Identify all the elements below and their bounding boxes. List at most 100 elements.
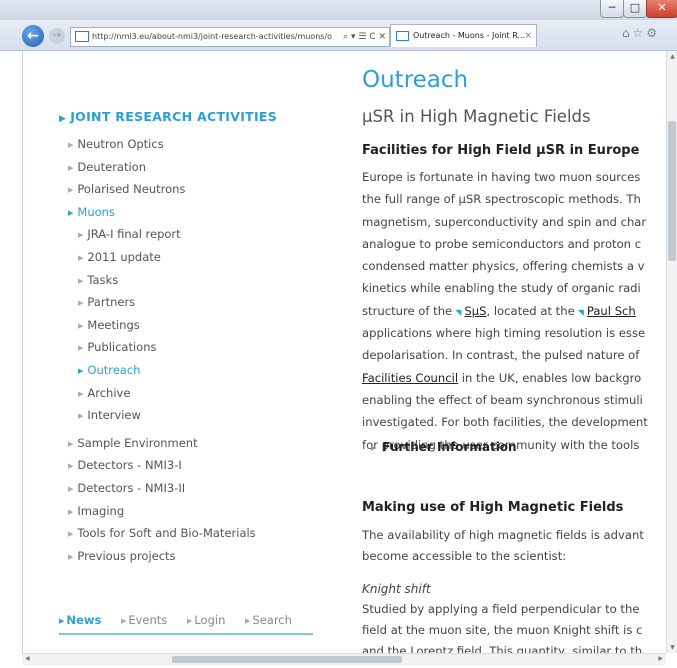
text-line: become accessible to the scientist:: [362, 549, 567, 563]
vertical-scrollbar[interactable]: ▲ ▼: [666, 51, 677, 653]
arrow-right-icon: ▶: [68, 208, 74, 217]
tab-favicon-icon: [396, 30, 409, 41]
sidebar-item-tasks[interactable]: ▶ Tasks: [68, 273, 256, 296]
horizontal-scrollbar[interactable]: ◀ ▶: [22, 653, 666, 665]
back-button[interactable]: ←: [22, 25, 44, 47]
arrow-right-icon: ▶: [68, 507, 74, 516]
arrow-right-icon: ▶: [68, 141, 74, 149]
sidebar-item-polarised-neutrons[interactable]: ▶ Polarised Neutrons: [68, 182, 256, 205]
forward-button[interactable]: →: [49, 28, 65, 44]
arrow-right-icon: ▶: [68, 163, 74, 172]
sidebar-item-tools-soft-bio[interactable]: ▶ Tools for Soft and Bio-Materials: [68, 526, 256, 549]
address-url: http://nmi3.eu/about-nmi3/joint-research…: [92, 32, 333, 41]
sidebar-section-title[interactable]: ▶ JOINT RESEARCH ACTIVITIES: [59, 109, 277, 124]
paragraph-high-fields: The availability of high magnetic fields…: [362, 527, 644, 569]
text-line: the full range of µSR spectroscopic meth…: [362, 192, 641, 207]
address-bar[interactable]: http://nmi3.eu/about-nmi3/joint-research…: [70, 27, 390, 47]
text-line: and the Lorentz field. This quantity, si…: [362, 644, 643, 653]
arrow-right-icon: ▶: [78, 366, 84, 375]
sidebar-item-detectors-nmi3-ii[interactable]: ▶ Detectors - NMI3-II: [68, 481, 256, 504]
main-content: Outreach µSR in High Magnetic Fields Fac…: [361, 51, 667, 653]
sidebar-item-muons[interactable]: ▶ Muons: [68, 205, 256, 228]
footer-divider: [59, 633, 313, 635]
page-title: Outreach: [362, 67, 469, 93]
arrow-right-icon: ▶: [68, 530, 74, 539]
arrow-right-icon: ▶: [78, 321, 84, 330]
paragraph-knight-shift: Studied by applying a field perpendicula…: [362, 601, 642, 653]
text-line: Studied by applying a field perpendicula…: [362, 602, 640, 616]
page-subtitle: µSR in High Magnetic Fields: [362, 107, 591, 126]
arrow-right-icon: ▶: [78, 389, 84, 398]
vertical-scroll-thumb[interactable]: [668, 121, 676, 261]
text-line: The availability of high magnetic fields…: [362, 528, 644, 542]
arrow-right-icon: ▶: [68, 439, 74, 448]
sidebar-item-outreach[interactable]: ▶ Outreach: [68, 363, 256, 386]
text-line: applications where high timing resolutio…: [362, 326, 646, 341]
section-heading-high-fields: Making use of High Magnetic Fields: [362, 500, 624, 515]
web-page: ▶ JOINT RESEARCH ACTIVITIES ▶ Neutron Opti…: [22, 51, 667, 653]
further-information-toggle[interactable]: ▶ Further Information: [371, 440, 517, 454]
arrow-right-icon: ▶: [78, 253, 84, 262]
text-line: Europe is fortunate in having two muon s…: [362, 170, 641, 184]
external-link-icon: ◥: [577, 307, 584, 317]
sidebar-item-interview[interactable]: ▶ Interview: [68, 408, 256, 431]
minimize-button[interactable]: ─: [600, 0, 624, 18]
sidebar-item-detectors-nmi3-i[interactable]: ▶ Detectors - NMI3-I: [68, 458, 256, 481]
text-line: enabling the effect of beam synchronous …: [362, 392, 643, 407]
arrow-right-icon: ▶: [59, 617, 65, 625]
sidebar-item-neutron-optics[interactable]: ▶ Neutron Optics: [68, 137, 256, 160]
arrow-right-icon: ▶: [371, 444, 377, 452]
paragraph-facilities: Europe is fortunate in having two muon s…: [362, 169, 667, 459]
arrow-right-icon: ▶: [68, 462, 74, 471]
arrow-right-icon: ▶: [68, 552, 74, 561]
scroll-right-icon[interactable]: ▶: [658, 655, 663, 662]
home-favorites-settings-icons[interactable]: ⌂☆⚙: [622, 26, 660, 40]
text-line: depolarisation. In contrast, the pulsed …: [362, 348, 640, 363]
sidebar-item-sample-environment[interactable]: ▶ Sample Environment: [68, 436, 256, 459]
sidebar-item-deuteration[interactable]: ▶ Deuteration: [68, 160, 256, 183]
link-facilities-council[interactable]: Facilities Council: [362, 371, 458, 385]
site-favicon-icon: [75, 31, 89, 42]
link-sus[interactable]: SµS: [464, 304, 486, 318]
text-line: condensed matter physics, offering chemi…: [362, 259, 645, 274]
arrow-right-icon: ▶: [245, 617, 251, 625]
sidebar-item-partners[interactable]: ▶ Partners: [68, 295, 256, 318]
tab-close-icon[interactable]: ×: [524, 25, 532, 47]
sidebar-item-jra-final-report[interactable]: ▶ JRA-I final report: [68, 227, 256, 250]
arrow-right-icon: ▶: [78, 276, 84, 285]
arrow-right-icon: ▶: [78, 412, 84, 421]
link-paul-scherrer[interactable]: Paul Sch: [587, 304, 636, 318]
arrow-right-icon: ▶: [120, 617, 127, 625]
scroll-up-icon[interactable]: ▲: [668, 53, 677, 60]
arrow-right-icon: ▶: [186, 617, 193, 625]
sidebar-item-previous-projects[interactable]: ▶ Previous projects: [68, 549, 256, 572]
window-titlebar: [0, 0, 677, 20]
text-line: investigated. For both facilities, the d…: [362, 415, 648, 430]
sidebar-item-meetings[interactable]: ▶ Meetings: [68, 318, 256, 341]
text-line: kinetics while enabling the study of org…: [362, 281, 641, 296]
horizontal-scroll-thumb[interactable]: [172, 656, 402, 663]
sidebar: ▶ JOINT RESEARCH ACTIVITIES ▶ Neutron Opti…: [23, 51, 323, 653]
maximize-button[interactable]: □: [623, 0, 647, 18]
scroll-left-icon[interactable]: ◀: [25, 655, 30, 662]
footer-link-events[interactable]: ▶ Events: [121, 613, 175, 627]
browser-tab[interactable]: Outreach - Muons - Joint R... ×: [390, 24, 537, 47]
sidebar-item-2011-update[interactable]: ▶ 2011 update: [68, 250, 256, 273]
text-line: structure of the ◥ SµS, located at the ◥ Pau…: [362, 303, 636, 318]
scroll-down-icon[interactable]: ▼: [668, 644, 677, 651]
footer-link-search[interactable]: ▶ Search: [245, 613, 300, 627]
triangle-right-icon: ▶: [59, 114, 67, 124]
sidebar-item-imaging[interactable]: ▶ Imaging: [68, 504, 256, 527]
arrow-right-icon: ▶: [78, 231, 84, 240]
sidebar-nav: ▶ Neutron Optics ▶ Deuteration ▶ Polarised …: [68, 137, 256, 571]
sidebar-item-publications[interactable]: ▶ Publications: [68, 340, 256, 363]
address-tools-icons[interactable]: ⌕ ▾ ☰ C ✕: [343, 28, 386, 46]
section-heading-facilities: Facilities for High Field µSR in Europe: [362, 143, 640, 158]
sidebar-item-archive[interactable]: ▶ Archive: [68, 386, 256, 409]
tab-title: Outreach - Muons - Joint R...: [413, 31, 526, 40]
close-window-button[interactable]: ✕: [646, 0, 677, 18]
external-link-icon: ◥: [455, 307, 462, 317]
arrow-right-icon: ▶: [68, 186, 74, 195]
footer-link-login[interactable]: ▶ Login: [187, 613, 233, 627]
footer-link-news[interactable]: ▶ News: [59, 613, 109, 627]
